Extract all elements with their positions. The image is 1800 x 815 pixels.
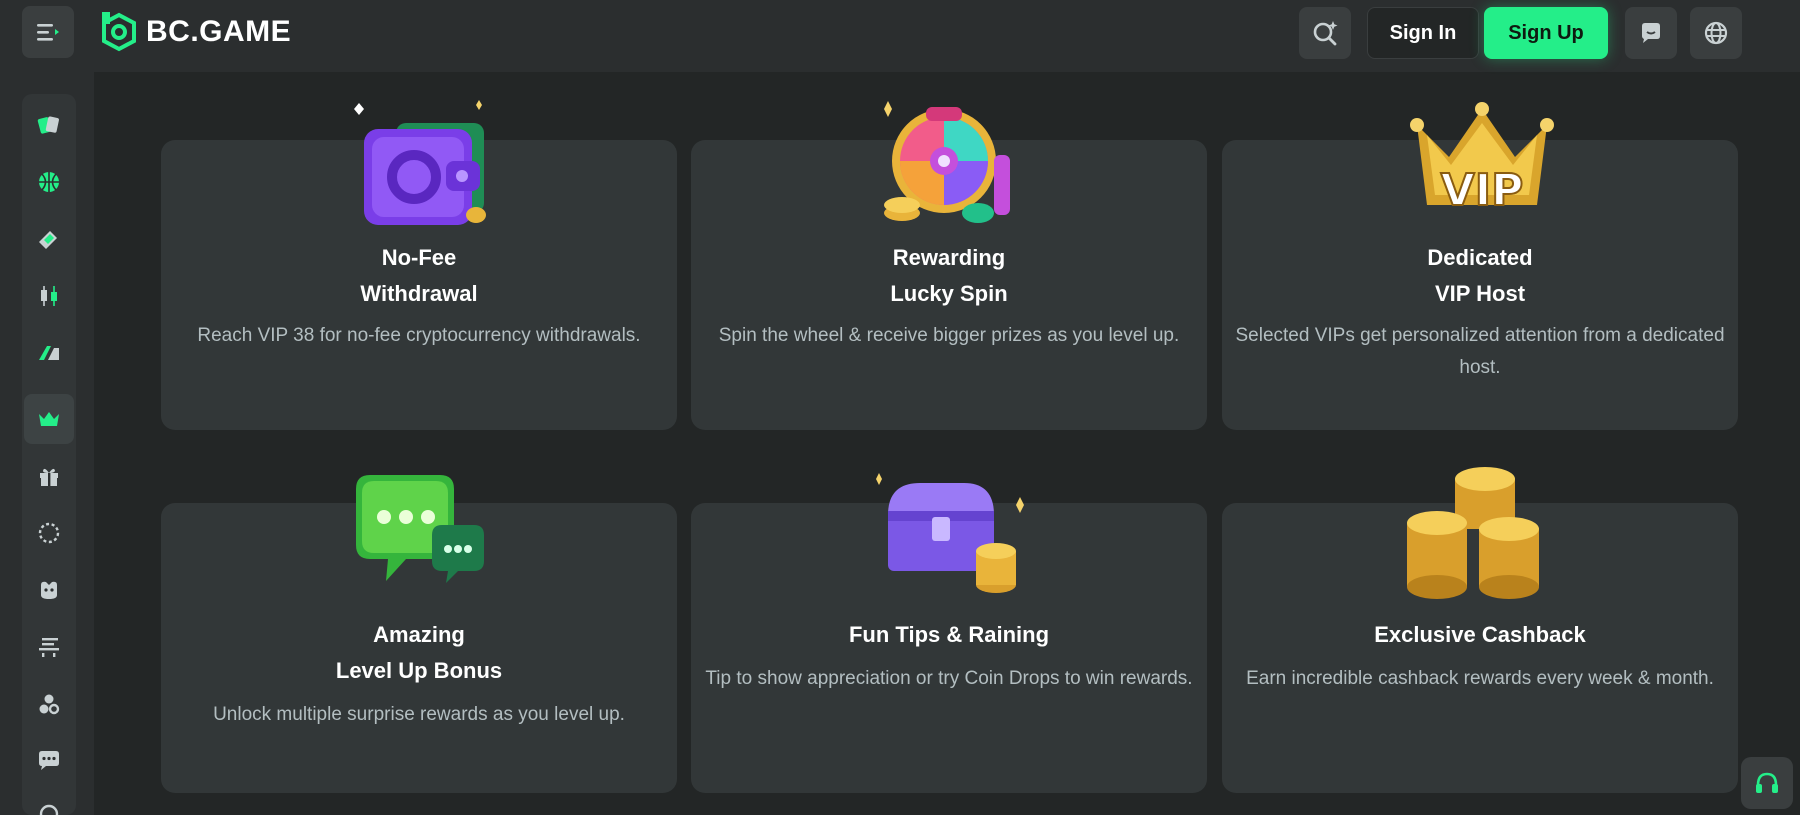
top-header: BC.GAME Sign In Sign Up: [0, 0, 1800, 72]
sidebar-item-racing[interactable]: [24, 328, 74, 378]
sidebar-item-sports[interactable]: [24, 157, 74, 207]
live-support-button[interactable]: [1741, 757, 1793, 809]
chat-bubble-icon: [39, 751, 59, 770]
coin-stacks-icon: [1407, 467, 1539, 599]
sidebar-item-promotions[interactable]: [24, 451, 74, 501]
piggy-icon: [41, 581, 57, 599]
card-description: Tip to show appreciation or try Coin Dro…: [705, 668, 1193, 689]
vip-crown-icon: [39, 412, 59, 426]
community-icon: [39, 694, 60, 715]
gift-icon: [40, 468, 58, 486]
wallet-icon: [354, 100, 486, 225]
sidebar-item-more[interactable]: [24, 789, 74, 815]
vip-crown-art-icon: VIP: [1410, 102, 1554, 217]
benefit-card-level-up-bonus: Amazing Level Up Bonus Unlock multiple s…: [161, 475, 677, 793]
language-button[interactable]: [1690, 7, 1742, 59]
card-description: Spin the wheel & receive bigger prizes a…: [718, 325, 1180, 346]
card-title-line1: Dedicated: [1427, 245, 1533, 270]
logo-text: BC.GAME: [146, 15, 292, 48]
card-description: Unlock multiple surprise rewards as you …: [213, 704, 625, 725]
sidebar-item-casino[interactable]: [24, 100, 74, 150]
card-title-line2: Level Up Bonus: [335, 658, 503, 683]
card-title-line1: Rewarding: [892, 245, 1006, 270]
sidebar-item-lottery[interactable]: [24, 214, 74, 264]
benefit-card-vip-host: VIP Dedicated VIP Host Selected VIPs get…: [1222, 102, 1738, 430]
sidebar-item-bonus[interactable]: [24, 565, 74, 615]
card-title: Exclusive Cashback: [1374, 622, 1586, 647]
card-title-line1: No-Fee: [381, 245, 457, 270]
bc-game-logo[interactable]: BC.GAME: [100, 12, 291, 52]
menu-icon: [37, 24, 59, 41]
sidebar-item-vip[interactable]: [24, 394, 74, 444]
sponsorship-icon: [39, 638, 59, 657]
basketball-icon: [39, 172, 59, 192]
lucky-wheel-icon: [884, 101, 1010, 223]
lottery-ticket-icon: [39, 231, 57, 249]
card-description: Earn incredible cashback rewards every w…: [1246, 668, 1714, 689]
benefit-card-no-fee-withdrawal: No-Fee Withdrawal Reach VIP 38 for no-fe…: [161, 100, 677, 430]
search-button[interactable]: [1299, 7, 1351, 59]
search-icon: [1313, 21, 1338, 46]
card-description: Reach VIP 38 for no-fee cryptocurrency w…: [197, 325, 641, 346]
menu-button[interactable]: [22, 6, 74, 58]
sidebar-item-sponsorship[interactable]: [24, 622, 74, 672]
sidebar-item-forum[interactable]: [24, 736, 74, 786]
benefit-card-cashback: Exclusive Cashback Earn incredible cashb…: [1222, 467, 1738, 793]
sidebar-item-trading[interactable]: [24, 271, 74, 321]
left-sidebar: [0, 72, 94, 815]
sidebar-item-spin[interactable]: [24, 508, 74, 558]
svg-text:VIP: VIP: [1441, 165, 1524, 216]
spin-wheel-icon: [38, 522, 60, 544]
trading-candles-icon: [41, 286, 57, 306]
sign-in-button[interactable]: Sign In: [1367, 7, 1479, 59]
sidebar-item-community[interactable]: [24, 679, 74, 729]
benefit-card-tips-raining: Fun Tips & Raining Tip to show appreciat…: [691, 473, 1207, 793]
more-icon: [39, 804, 59, 815]
bc-logo-icon: [102, 12, 136, 52]
chat-bubbles-art-icon: [356, 475, 484, 583]
card-title-line1: Amazing: [373, 622, 465, 647]
sidebar-nav: [22, 94, 76, 815]
headset-icon: [1756, 772, 1778, 793]
globe-icon: [1704, 21, 1728, 45]
sign-up-button[interactable]: Sign Up: [1484, 7, 1608, 59]
card-description: Selected VIPs get personalized attention…: [1235, 325, 1725, 378]
card-title-line2: VIP Host: [1434, 281, 1526, 306]
racing-icon: [39, 346, 59, 360]
treasure-chest-icon: [876, 473, 1024, 593]
card-title-line2: Lucky Spin: [890, 281, 1008, 306]
benefit-card-lucky-spin: Rewarding Lucky Spin Spin the wheel & re…: [691, 101, 1207, 430]
card-title: Fun Tips & Raining: [848, 622, 1050, 647]
card-title-line2: Withdrawal: [360, 281, 478, 306]
casino-cards-icon: [37, 116, 59, 134]
chat-icon: [1642, 23, 1660, 43]
chat-button[interactable]: [1625, 7, 1677, 59]
